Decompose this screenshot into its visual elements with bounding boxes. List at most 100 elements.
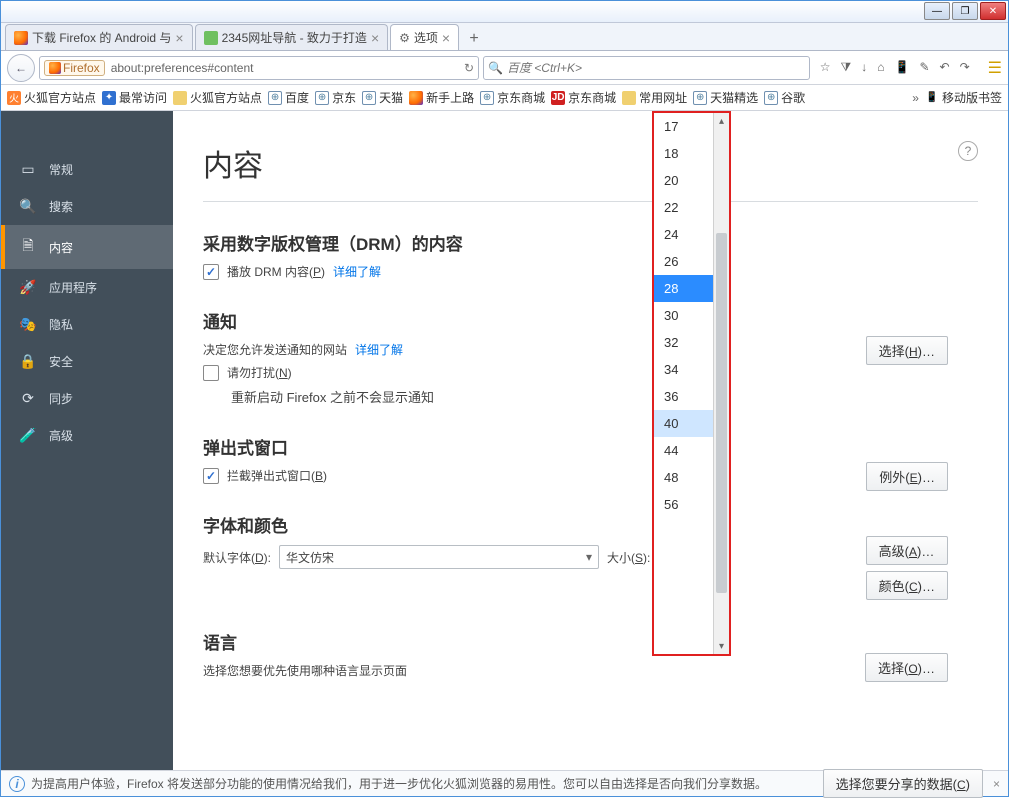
bookmark-item[interactable]: 📱移动版书签 — [925, 89, 1002, 106]
tab-options[interactable]: ⚙ 选项 × — [390, 24, 459, 50]
notifications-desc: 决定您允许发送通知的网站 — [203, 341, 347, 358]
history-back-icon[interactable]: ↶ — [940, 60, 950, 75]
pocket-icon[interactable]: ⧩ — [841, 60, 852, 75]
sidebar-item-general[interactable]: ▭常规 — [1, 151, 173, 188]
drm-learn-more-link[interactable]: 详细了解 — [333, 263, 381, 280]
sidebar-item-search[interactable]: 🔍搜索 — [1, 188, 173, 225]
chevron-down-icon: ▾ — [586, 550, 592, 564]
bookmark-star-icon[interactable]: ☆ — [820, 60, 831, 75]
share-data-button[interactable]: 选择您要分享的数据(C) — [823, 769, 983, 798]
dropdown-scrollbar[interactable]: ▴ ▾ — [713, 113, 729, 654]
notifications-choose-button[interactable]: 选择(H)… — [866, 336, 948, 365]
window-minimize-button[interactable]: — — [924, 2, 950, 20]
identity-pill[interactable]: Firefox — [44, 60, 105, 76]
font-size-option[interactable]: 32 — [654, 329, 713, 356]
font-size-option[interactable]: 36 — [654, 383, 713, 410]
popups-exceptions-button[interactable]: 例外(E)… — [866, 462, 948, 491]
bookmark-item[interactable]: ⊕京东商城 — [480, 89, 545, 106]
bookmark-item[interactable]: ✦最常访问 — [102, 89, 167, 106]
dnd-checkbox[interactable]: ✓ — [203, 365, 219, 381]
firefox-icon — [49, 62, 61, 74]
back-button[interactable]: ← — [7, 54, 35, 82]
sidebar-label: 高级 — [49, 427, 73, 444]
sidebar-item-privacy[interactable]: 🎭隐私 — [1, 306, 173, 343]
globe-icon: ⊕ — [480, 91, 494, 105]
home-icon[interactable]: ⌂ — [877, 60, 884, 75]
languages-choose-button[interactable]: 选择(O)… — [865, 653, 948, 682]
font-size-option[interactable]: 40 — [654, 410, 713, 437]
url-input[interactable] — [111, 61, 464, 75]
scroll-down-icon[interactable]: ▾ — [714, 638, 729, 654]
colors-button[interactable]: 颜色(C)… — [866, 571, 948, 600]
bookmark-folder[interactable]: 常用网址 — [622, 89, 687, 106]
window-close-button[interactable]: ✕ — [980, 2, 1006, 20]
window-maximize-button[interactable]: ❐ — [952, 2, 978, 20]
bookmark-item[interactable]: JD京东商城 — [551, 89, 616, 106]
bookmark-folder[interactable]: 火狐官方站点 — [173, 89, 262, 106]
bookmarks-overflow-chevron[interactable]: » — [912, 91, 919, 105]
bookmark-item[interactable]: 火火狐官方站点 — [7, 89, 96, 106]
reload-icon[interactable]: ↻ — [464, 61, 474, 75]
sidebar-item-sync[interactable]: ⟳同步 — [1, 380, 173, 417]
info-bar: i 为提高用户体验，Firefox 将发送部分功能的使用情况给我们，用于进一步优… — [1, 770, 1008, 796]
bookmark-item[interactable]: 新手上路 — [409, 89, 474, 106]
scrollbar-thumb[interactable] — [716, 233, 727, 593]
globe-icon: ⊕ — [693, 91, 707, 105]
fonts-advanced-button[interactable]: 高级(A)… — [866, 536, 948, 565]
apps-icon: 🚀 — [19, 279, 37, 296]
search-bar[interactable]: 🔍 — [483, 56, 810, 80]
font-size-option[interactable]: 34 — [654, 356, 713, 383]
sidebar-item-security[interactable]: 🔒安全 — [1, 343, 173, 380]
bookmark-label: 新手上路 — [426, 89, 474, 106]
close-info-bar-icon[interactable]: × — [993, 777, 1000, 791]
folder-icon — [622, 91, 636, 105]
bookmark-item[interactable]: ⊕京东 — [315, 89, 356, 106]
tab-strip: 下载 Firefox 的 Android 与 × 2345网址导航 - 致力于打… — [1, 23, 1008, 51]
tab-2345[interactable]: 2345网址导航 - 致力于打造 × — [195, 24, 389, 50]
sidebar-label: 隐私 — [49, 316, 73, 333]
tab-close-icon[interactable]: × — [371, 30, 379, 46]
font-size-option[interactable]: 28 — [654, 275, 713, 302]
scroll-up-icon[interactable]: ▴ — [714, 113, 729, 129]
font-size-option[interactable]: 30 — [654, 302, 713, 329]
font-size-option[interactable]: 17 — [654, 113, 713, 140]
font-size-option[interactable]: 24 — [654, 221, 713, 248]
sidebar-item-advanced[interactable]: 🧪高级 — [1, 417, 173, 454]
site-icon — [204, 31, 218, 45]
font-size-option[interactable]: 44 — [654, 437, 713, 464]
menu-button[interactable]: ☰ — [988, 58, 1002, 78]
downloads-icon[interactable]: ↓ — [861, 60, 867, 75]
bookmark-item[interactable]: ⊕天猫 — [362, 89, 403, 106]
new-tab-button[interactable]: + — [461, 28, 487, 50]
mobile-icon[interactable]: 📱 — [895, 60, 910, 75]
font-size-option[interactable]: 20 — [654, 167, 713, 194]
tab-firefox-android[interactable]: 下载 Firefox 的 Android 与 × — [5, 24, 193, 50]
block-popups-checkbox[interactable]: ✓ — [203, 468, 219, 484]
bookmark-item[interactable]: ⊕百度 — [268, 89, 309, 106]
sidebar-item-content[interactable]: 🗎内容 — [1, 225, 173, 269]
history-forward-icon[interactable]: ↷ — [960, 60, 970, 75]
default-font-value: 华文仿宋 — [286, 549, 334, 566]
font-size-option[interactable]: 18 — [654, 140, 713, 167]
search-input[interactable] — [507, 61, 805, 75]
drm-checkbox[interactable]: ✓ — [203, 264, 219, 280]
sidebar-item-applications[interactable]: 🚀应用程序 — [1, 269, 173, 306]
default-font-select[interactable]: 华文仿宋 ▾ — [279, 545, 599, 569]
share-icon[interactable]: ✎ — [919, 60, 929, 75]
bookmark-item[interactable]: ⊕天猫精选 — [693, 89, 758, 106]
notifications-learn-more-link[interactable]: 详细了解 — [355, 341, 403, 358]
navigation-bar: ← Firefox ↻ 🔍 ☆ ⧩ ↓ ⌂ 📱 ✎ ↶ ↷ ☰ — [1, 51, 1008, 85]
font-size-option[interactable]: 48 — [654, 464, 713, 491]
tab-close-icon[interactable]: × — [175, 30, 183, 46]
bookmarks-toolbar: 火火狐官方站点 ✦最常访问 火狐官方站点 ⊕百度 ⊕京东 ⊕天猫 新手上路 ⊕京… — [1, 85, 1008, 111]
font-size-dropdown-list[interactable]: 171820222426283032343640444856 ▴ ▾ — [652, 111, 731, 656]
bookmark-label: 最常访问 — [119, 89, 167, 106]
drm-section-title: 采用数字版权管理（DRM）的内容 — [203, 230, 978, 255]
font-size-option[interactable]: 26 — [654, 248, 713, 275]
bookmark-item[interactable]: ⊕谷歌 — [764, 89, 805, 106]
font-size-option[interactable]: 22 — [654, 194, 713, 221]
font-size-option[interactable]: 56 — [654, 491, 713, 518]
help-button[interactable]: ? — [958, 141, 978, 161]
tab-close-icon[interactable]: × — [442, 30, 450, 46]
url-bar[interactable]: Firefox ↻ — [39, 56, 479, 80]
